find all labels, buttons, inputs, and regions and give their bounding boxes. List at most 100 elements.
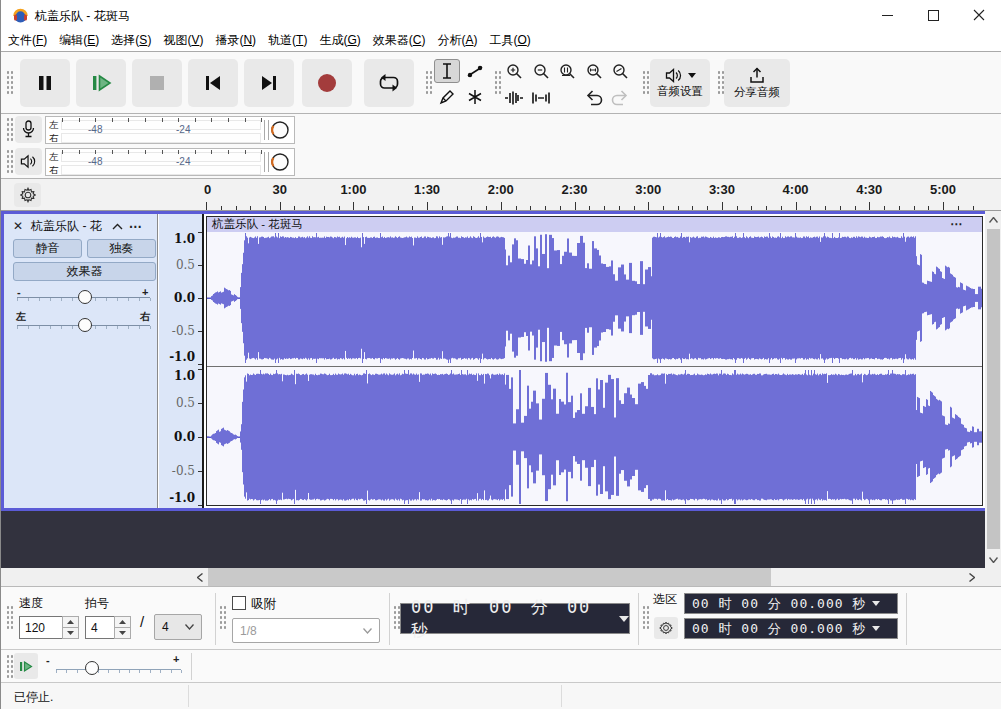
meter-gain-knob[interactable] [270,152,290,172]
selection-tool-button[interactable] [434,59,460,83]
spin-down-icon[interactable] [115,628,130,638]
speed-input[interactable]: 120 [19,616,63,639]
scroll-left-arrow[interactable] [191,568,208,586]
vertical-ruler[interactable]: 1.00.50.0-0.5-1.01.00.50.0-0.5-1.0 [159,214,204,508]
time-display-grip[interactable] [393,605,400,631]
edit-toolbar-grip[interactable] [494,70,501,96]
scroll-up-arrow[interactable] [985,211,1001,228]
scroll-right-arrow[interactable] [963,568,980,586]
timesig-spinner[interactable] [114,616,131,639]
snap-dropdown[interactable]: 1/8 [232,618,380,643]
waveform[interactable] [207,232,982,505]
menu-item[interactable]: 工具(O) [483,30,536,51]
selection-options-button[interactable] [654,617,678,639]
time-format-dropdown-icon[interactable] [619,616,629,622]
playback-meter-bar[interactable]: 左右-48-24 [45,148,295,176]
track-menu-icon[interactable]: ⋯ [129,219,143,234]
clip-title-strip[interactable]: 杭盖乐队 - 花斑马 ⋯ [207,217,982,232]
stop-button[interactable] [132,59,182,107]
menu-item[interactable]: 效果器(C) [367,30,432,51]
gain-slider-thumb[interactable] [78,290,92,304]
record-meter-mic-button[interactable] [15,116,42,143]
play-at-speed-grip[interactable] [6,654,13,680]
close-button[interactable] [956,0,1001,30]
chevron-up-icon[interactable] [112,223,123,230]
menu-item[interactable]: 播录(N) [209,30,262,51]
horizontal-scroll-thumb[interactable] [208,568,771,586]
zoom-toggle-button[interactable] [607,60,633,84]
zoom-in-button[interactable] [501,60,527,84]
selection-start-field[interactable]: 00 时 00 分 00.000 秒 [684,593,898,614]
tools-toolbar-grip[interactable] [425,70,432,96]
undo-button[interactable] [581,86,607,110]
record-meter-bar[interactable]: 左右-48-24 [45,116,295,144]
maximize-button[interactable] [910,0,956,30]
redo-button[interactable] [607,86,633,110]
share-audio-button[interactable]: 分享音频 [724,59,790,107]
track-content[interactable]: 杭盖乐队 - 花斑马 ⋯ [204,214,985,508]
horizontal-scrollbar[interactable] [1,568,1001,586]
timesig-lower-dropdown[interactable]: 4 [154,614,202,640]
multi-tool-button[interactable] [462,85,488,109]
spin-up-icon[interactable] [115,617,130,628]
speed-slider-thumb[interactable] [85,661,99,675]
track-close-icon[interactable]: ✕ [13,219,23,233]
skip-to-end-button[interactable] [244,59,294,107]
spin-down-icon[interactable] [63,628,78,638]
vertical-scroll-thumb[interactable] [987,229,1000,549]
selection-format-dropdown-icon[interactable] [872,601,880,606]
timeline-options-button[interactable] [14,183,41,207]
menu-item[interactable]: 分析(A) [431,30,483,51]
time-ruler[interactable]: 0301:001:302:002:303:003:304:004:305:00 [161,179,985,210]
silence-selection-button[interactable] [528,86,554,110]
share-toolbar-grip[interactable] [717,70,724,96]
vertical-scrollbar[interactable] [985,211,1001,568]
menu-item[interactable]: 编辑(E) [53,30,105,51]
clip-menu-icon[interactable]: ⋯ [950,217,964,231]
loop-button[interactable] [364,59,414,107]
time-toolbar-grip[interactable] [6,605,13,631]
meter-gain-knob[interactable] [270,120,290,140]
minimize-button[interactable] [864,0,910,30]
draw-tool-button[interactable] [434,85,460,109]
menu-item[interactable]: 视图(V) [157,30,209,51]
spin-up-icon[interactable] [63,617,78,628]
selection-format-dropdown-icon[interactable] [872,626,880,631]
transport-toolbar-grip[interactable] [6,70,13,96]
solo-button[interactable]: 独奏 [87,239,156,258]
fit-project-button[interactable] [581,60,607,84]
menu-item[interactable]: 轨道(T) [262,30,313,51]
menu-item[interactable]: 文件(F) [2,30,53,51]
envelope-tool-button[interactable] [462,59,488,83]
record-meter-grip[interactable] [6,117,13,143]
effects-button[interactable]: 效果器 [13,262,156,281]
audio-setup-toolbar-grip[interactable] [642,70,649,96]
track-control-panel[interactable]: ✕ 杭盖乐队 - 花 ⋯ 静音 独奏 效果器 - + 左 右 [1,214,158,508]
play-button[interactable] [76,59,126,107]
selection-toolbar-grip[interactable] [642,605,649,631]
skip-to-start-button[interactable] [188,59,238,107]
speed-slider-track[interactable] [56,669,181,670]
track-title[interactable]: 杭盖乐队 - 花 [31,218,102,235]
play-at-speed-button[interactable] [14,653,38,679]
audio-setup-button[interactable]: 音频设置 [650,59,710,107]
zoom-out-button[interactable] [528,60,554,84]
selection-end-field[interactable]: 00 时 00 分 00.000 秒 [684,618,898,639]
pan-slider-thumb[interactable] [78,318,92,332]
snap-toolbar-grip[interactable] [219,605,226,631]
speed-spinner[interactable] [62,616,79,639]
trim-outside-selection-button[interactable] [501,86,527,110]
timesig-upper-input[interactable]: 4 [85,616,115,639]
mute-button[interactable]: 静音 [13,239,82,258]
audio-clip[interactable]: 杭盖乐队 - 花斑马 ⋯ [206,216,983,506]
snap-checkbox[interactable] [232,596,246,610]
record-button[interactable] [302,59,352,107]
time-display[interactable]: 00 时 00 分 00 秒 [400,603,630,634]
fit-selection-button[interactable] [554,60,580,84]
timeline-ruler[interactable]: 0301:001:302:002:303:003:304:004:305:00 [1,179,1001,211]
playback-meter-speaker-button[interactable] [15,148,42,175]
playback-meter-grip[interactable] [6,149,13,175]
scroll-down-arrow[interactable] [985,551,1001,568]
menu-item[interactable]: 选择(S) [105,30,157,51]
menu-item[interactable]: 生成(G) [313,30,366,51]
